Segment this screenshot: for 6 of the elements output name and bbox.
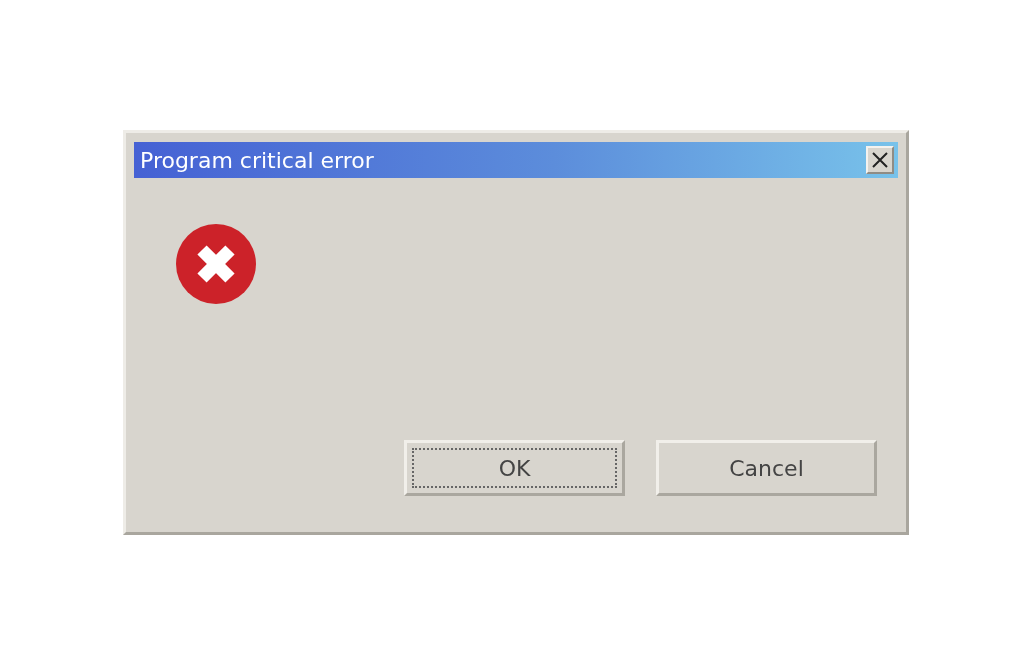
window-title: Program critical error	[140, 147, 374, 173]
dialog-button[interactable]: OK	[404, 440, 625, 496]
close-button[interactable]	[866, 146, 894, 174]
dialog-button[interactable]: Cancel	[656, 440, 877, 496]
close-icon	[871, 151, 889, 169]
error-icon	[176, 224, 256, 304]
